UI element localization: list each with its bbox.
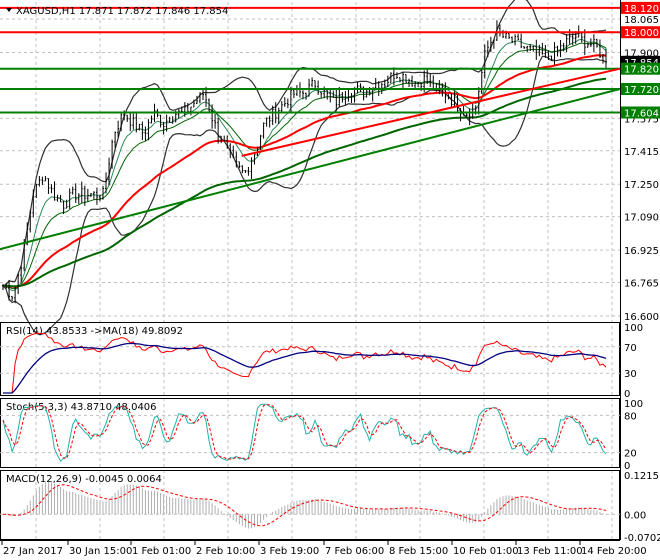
- price-axis-label: 16.600: [624, 312, 659, 323]
- time-axis-label: 14 Feb 20:00: [581, 546, 647, 557]
- rsi-line: [3, 332, 607, 394]
- macd-label: MACD(12,26,9) -0.0045 0.0064: [6, 474, 162, 485]
- time-axis-label: 2 Feb 10:00: [196, 546, 255, 557]
- time-axis-label: 3 Feb 19:00: [260, 546, 319, 557]
- chart-window: XAGUSD,H1 17.871 17.872 17.846 17.854 100…: [0, 0, 660, 560]
- price-axis-label: 16.925: [624, 246, 659, 257]
- macd-axis-label: 0.1215: [624, 471, 659, 482]
- rsi-axis-label: 100: [624, 323, 643, 334]
- price-axis-label: 18.065: [624, 15, 659, 26]
- time-axis-label: 10 Feb 01:00: [453, 546, 519, 557]
- sto-axis-label: 20: [624, 449, 637, 460]
- rsi-ma-line: [3, 342, 607, 394]
- chart-canvas[interactable]: XAGUSD,H1 17.871 17.872 17.846 17.854 100…: [0, 0, 660, 560]
- level-label: 17.820: [624, 65, 659, 76]
- time-axis-label: 1 Feb 01:00: [132, 546, 191, 557]
- ma-green: [2, 77, 607, 288]
- ma-medium: [2, 42, 607, 290]
- price-axis-label: 17.415: [624, 147, 659, 158]
- macd-axis-label: -0.0702: [624, 533, 660, 544]
- symbol-header: XAGUSD,H1 17.871 17.872 17.846 17.854: [16, 6, 228, 17]
- time-axis-label: 13 Feb 11:00: [517, 546, 583, 557]
- macd-axis-label: 0.00: [624, 510, 646, 521]
- time-axis-label: 7 Feb 06:00: [325, 546, 384, 557]
- level-label: 18.120: [624, 4, 659, 15]
- sto-axis-label: 100: [624, 399, 643, 410]
- sto-axis-label: 80: [624, 411, 637, 422]
- price-axis-label: 17.250: [624, 180, 659, 191]
- ma-fast: [2, 38, 607, 292]
- level-label: 18.000: [624, 28, 659, 39]
- price-axis-label: 17.090: [624, 213, 659, 224]
- dropdown-triangle-icon: [6, 8, 12, 12]
- time-axis-label: 27 Jan 2017: [3, 546, 63, 557]
- price-axis-label: 16.765: [624, 279, 659, 290]
- rsi-axis-label: 30: [624, 369, 637, 380]
- rsi-axis-label: 70: [624, 343, 637, 354]
- time-axis-label: 8 Feb 15:00: [389, 546, 448, 557]
- level-label: 17.720: [624, 85, 659, 96]
- level-label: 17.604: [624, 108, 659, 119]
- time-axis-label: 30 Jan 15:00: [69, 546, 132, 557]
- rsi-label: RSI(14) 43.8533 ->MA(18) 49.8092: [6, 326, 183, 337]
